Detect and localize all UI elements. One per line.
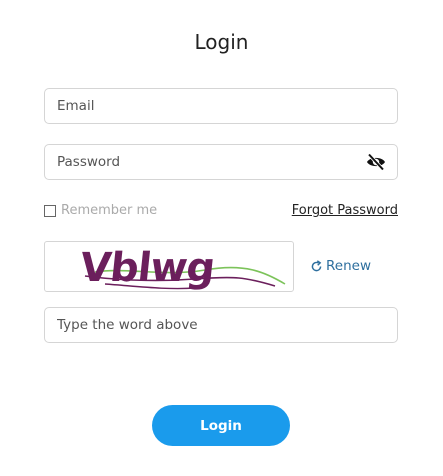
renew-label: Renew [326,258,371,274]
login-button[interactable]: Login [152,405,290,446]
email-field[interactable] [44,88,398,124]
page-title: Login [194,30,249,54]
renew-captcha-button[interactable]: Renew [310,258,371,274]
captcha-image: Vblwg [44,241,294,292]
forgot-password-link[interactable]: Forgot Password [292,203,398,218]
password-field[interactable] [44,144,398,180]
captcha-text: Vblwg [78,245,217,291]
eye-slash-icon[interactable] [366,153,386,171]
refresh-icon [311,259,322,271]
remember-me-label: Remember me [61,203,158,218]
remember-me-checkbox[interactable] [44,204,56,217]
remember-me[interactable]: Remember me [44,203,157,218]
captcha-answer-field[interactable] [44,307,398,343]
